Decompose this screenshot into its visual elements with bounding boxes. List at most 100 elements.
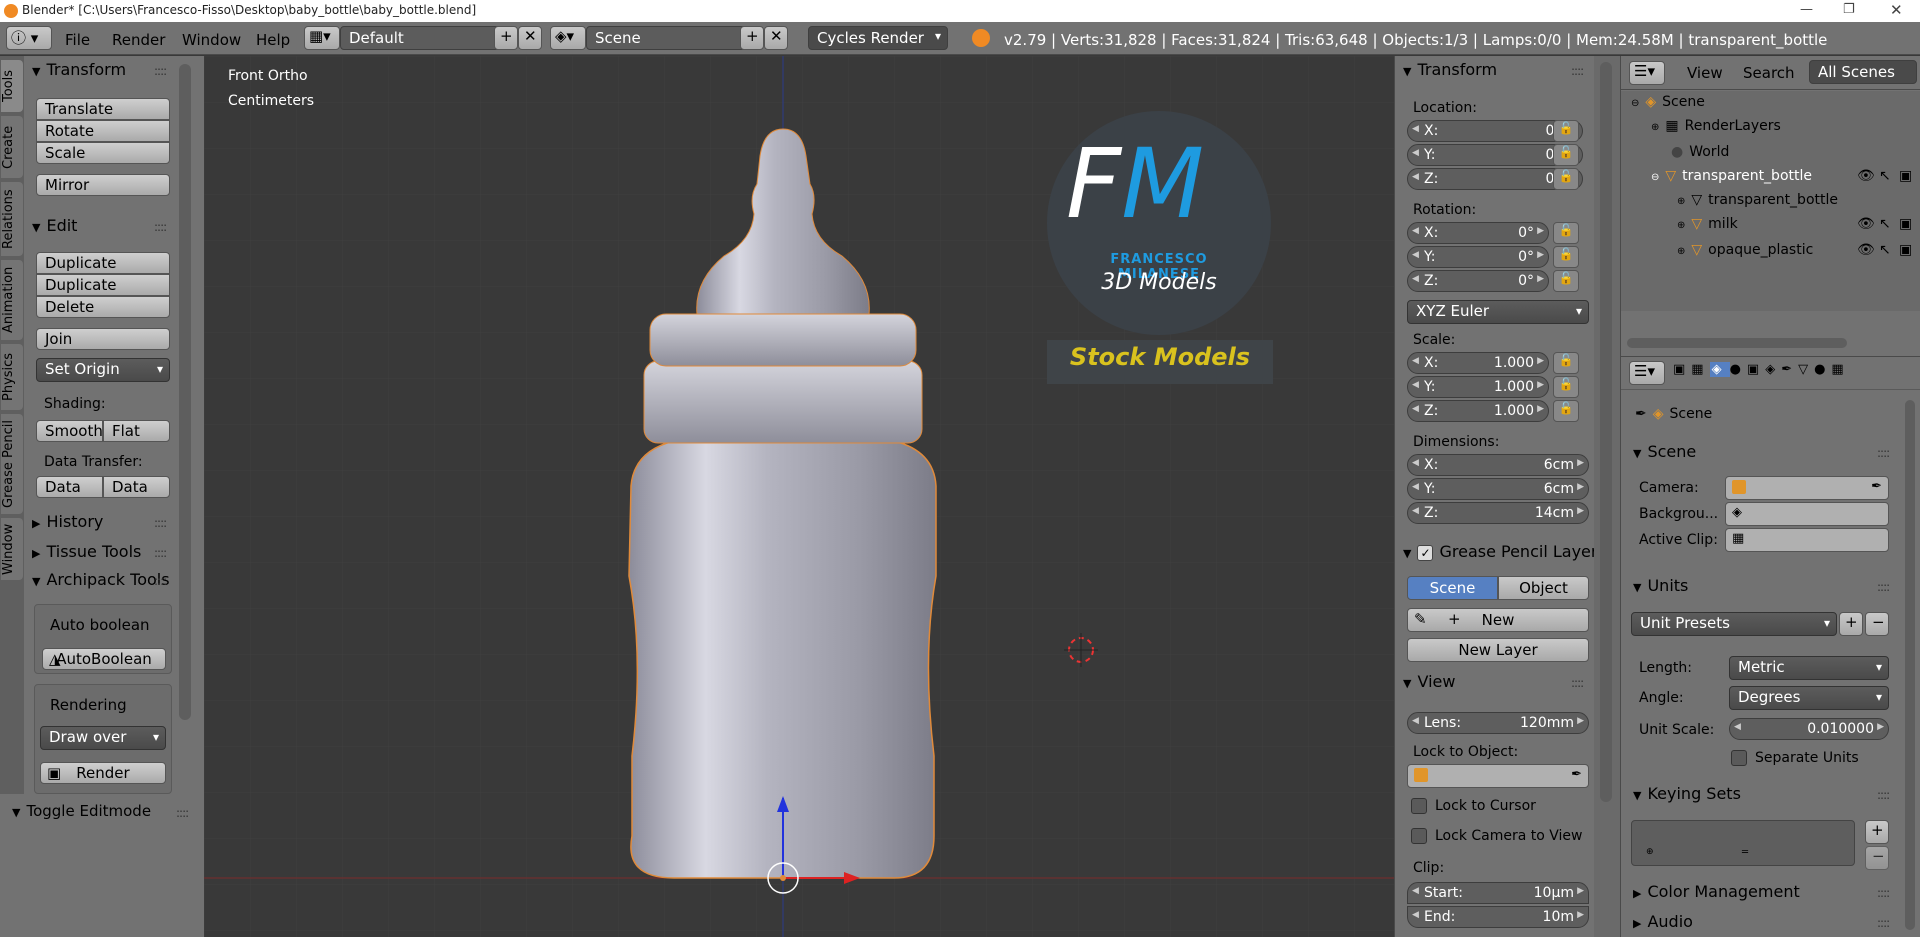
- expand-icon[interactable]: ⊕: [1677, 220, 1685, 231]
- render-camera-icon[interactable]: ▣: [1899, 216, 1912, 232]
- set-origin-dropdown[interactable]: Set Origin ▾: [36, 358, 170, 382]
- outliner-item-milk[interactable]: ⊕ ▽ milk: [1677, 216, 1837, 232]
- grip-icon[interactable]: ::::: [1877, 886, 1890, 900]
- autoboolean-button[interactable]: ◮ AutoBoolean: [42, 648, 166, 670]
- remove-keying-set-icon[interactable]: −: [1865, 846, 1889, 870]
- n-panel-scrollbar[interactable]: [1600, 62, 1612, 802]
- transform-panel-header[interactable]: ▼ Transform: [32, 60, 126, 79]
- clip-start-field[interactable]: ◀ Start: 10µm ▶: [1407, 882, 1589, 904]
- archipack-panel-header[interactable]: ▼ Archipack Tools: [32, 570, 172, 589]
- grip-icon[interactable]: ::::: [1877, 446, 1890, 460]
- draw-over-dropdown[interactable]: Draw over ▾: [40, 726, 166, 750]
- scene-panel-header[interactable]: ▼ Scene: [1633, 442, 1696, 461]
- eyedropper-icon[interactable]: ✒: [1571, 767, 1582, 782]
- unit-scale-field[interactable]: ◀ 0.010000 ▶: [1729, 718, 1889, 740]
- camera-field[interactable]: ✒: [1725, 476, 1889, 500]
- tab-relations[interactable]: Relations: [1, 182, 23, 256]
- select-arrow-icon[interactable]: ↖: [1879, 242, 1891, 258]
- editor-type-info-icon[interactable]: ⓘ ▾: [6, 26, 52, 50]
- dimensions-x-field[interactable]: ◀ X: 6cm ▶: [1407, 454, 1589, 476]
- grease-pencil-layer-header[interactable]: ▼ ✓ Grease Pencil Layer: [1403, 542, 1599, 561]
- new-layer-button[interactable]: New Layer: [1407, 638, 1589, 662]
- screen-layout-field[interactable]: Default: [340, 26, 504, 50]
- clip-end-field[interactable]: ◀ End: 10m ▶: [1407, 906, 1589, 928]
- maximize-icon[interactable]: ❐: [1843, 2, 1855, 17]
- outliner-editor-type-icon[interactable]: ☰▾: [1629, 61, 1665, 85]
- expand-icon[interactable]: ⊕: [1677, 196, 1685, 207]
- scale-button[interactable]: Scale: [36, 142, 170, 164]
- color-management-panel-header[interactable]: ▶ Color Management: [1633, 882, 1800, 901]
- remove-scene-icon[interactable]: ✕: [764, 26, 788, 50]
- gp-object-button[interactable]: Object: [1498, 576, 1589, 600]
- menu-render[interactable]: Render: [112, 31, 165, 49]
- keying-sets-list[interactable]: ⊕ ═: [1631, 820, 1855, 866]
- grease-pencil-checkbox[interactable]: ✓: [1417, 545, 1434, 561]
- lock-camera-checkbox[interactable]: [1411, 828, 1427, 844]
- add-scene-icon[interactable]: +: [740, 26, 764, 50]
- menu-window[interactable]: Window: [182, 31, 241, 49]
- lock-icon[interactable]: 🔓: [1553, 400, 1579, 422]
- add-preset-icon[interactable]: +: [1839, 612, 1863, 636]
- render-engine-select[interactable]: Cycles Render ▾: [808, 26, 948, 50]
- display-mode-select[interactable]: All Scenes: [1809, 60, 1917, 84]
- pin-icon[interactable]: ✒: [1635, 406, 1647, 422]
- visibility-eye-icon[interactable]: 👁: [1857, 242, 1875, 258]
- grip-icon[interactable]: ::::: [1571, 64, 1584, 78]
- grip-icon[interactable]: ::::: [154, 574, 167, 588]
- lock-icon[interactable]: 🔓: [1553, 168, 1579, 190]
- active-clip-field[interactable]: ▦: [1725, 528, 1889, 552]
- outliner-search-menu[interactable]: Search: [1743, 64, 1795, 82]
- screen-layout-icon[interactable]: ▦▾: [304, 26, 340, 50]
- rotate-button[interactable]: Rotate: [36, 120, 170, 142]
- tab-grease-pencil[interactable]: Grease Pencil: [1, 414, 23, 514]
- outliner-item-transparent-bottle[interactable]: ⊖ ▽ transparent_bottle: [1651, 168, 1871, 184]
- lock-object-field[interactable]: ✒: [1407, 764, 1589, 788]
- rotation-x-field[interactable]: ◀ X: 0° ▶: [1407, 222, 1549, 244]
- keying-sets-panel-header[interactable]: ▼ Keying Sets: [1633, 784, 1741, 803]
- properties-editor-type-icon[interactable]: ☰▾: [1629, 361, 1665, 385]
- list-add-icon[interactable]: ⊕: [1646, 847, 1654, 857]
- render-camera-icon[interactable]: ▣: [1899, 168, 1912, 184]
- grip-icon[interactable]: ::::: [1877, 580, 1890, 594]
- grip-icon[interactable]: ::::: [1877, 788, 1890, 802]
- toggle-editmode-header[interactable]: ▼ Toggle Editmode: [12, 802, 151, 820]
- tab-window[interactable]: Window: [1, 518, 23, 580]
- menu-help[interactable]: Help: [256, 31, 290, 49]
- separate-units-checkbox[interactable]: [1731, 750, 1747, 766]
- rotation-z-field[interactable]: ◀ Z: 0° ▶: [1407, 270, 1549, 292]
- lock-icon[interactable]: 🔓: [1553, 376, 1579, 398]
- properties-context-tabs[interactable]: ▣▦ ◈ ●▣◈✒▽●▦: [1673, 362, 1913, 384]
- mirror-button[interactable]: Mirror: [36, 174, 170, 196]
- remove-preset-icon[interactable]: −: [1865, 612, 1889, 636]
- grip-icon[interactable]: ::::: [154, 516, 167, 530]
- audio-panel-header[interactable]: ▶ Audio: [1633, 912, 1693, 931]
- scale-z-field[interactable]: ◀ Z: 1.000 ▶: [1407, 400, 1549, 422]
- list-resize-icon[interactable]: ═: [1742, 847, 1748, 858]
- unit-presets-dropdown[interactable]: Unit Presets ▾: [1631, 612, 1837, 636]
- visibility-eye-icon[interactable]: 👁: [1857, 216, 1875, 232]
- 3d-viewport[interactable]: Front Ortho Centimeters FM FRANCESCO MIL…: [204, 56, 1394, 937]
- scale-y-field[interactable]: ◀ Y: 1.000 ▶: [1407, 376, 1549, 398]
- tab-animation[interactable]: Animation: [1, 260, 23, 340]
- lock-to-cursor-checkbox[interactable]: [1411, 798, 1427, 814]
- add-layout-icon[interactable]: +: [494, 26, 518, 50]
- grip-icon[interactable]: ::::: [1877, 916, 1890, 930]
- dimensions-z-field[interactable]: ◀ Z: 14cm ▶: [1407, 502, 1589, 524]
- menu-file[interactable]: File: [65, 31, 90, 49]
- select-arrow-icon[interactable]: ↖: [1879, 168, 1891, 184]
- select-arrow-icon[interactable]: ↖: [1879, 216, 1891, 232]
- minimize-icon[interactable]: —: [1800, 2, 1813, 17]
- duplicate-button[interactable]: Duplicate: [36, 252, 170, 274]
- outliner-item-opaque-plastic[interactable]: ⊕ ▽ opaque_plastic: [1677, 242, 1837, 258]
- outliner-item-bottle-mesh[interactable]: ⊕ ▽ transparent_bottle: [1677, 192, 1897, 208]
- grip-icon[interactable]: ::::: [154, 64, 167, 78]
- close-icon[interactable]: ✕: [1890, 1, 1903, 19]
- grip-icon[interactable]: ::::: [176, 806, 189, 820]
- data-layout-button[interactable]: Data La: [103, 476, 170, 498]
- expand-icon[interactable]: ⊕: [1677, 246, 1685, 257]
- outliner-view-menu[interactable]: View: [1687, 64, 1723, 82]
- remove-layout-icon[interactable]: ✕: [518, 26, 542, 50]
- add-keying-set-icon[interactable]: +: [1865, 820, 1889, 844]
- background-scene-field[interactable]: ◈: [1725, 502, 1889, 526]
- lock-icon[interactable]: 🔓: [1553, 120, 1579, 142]
